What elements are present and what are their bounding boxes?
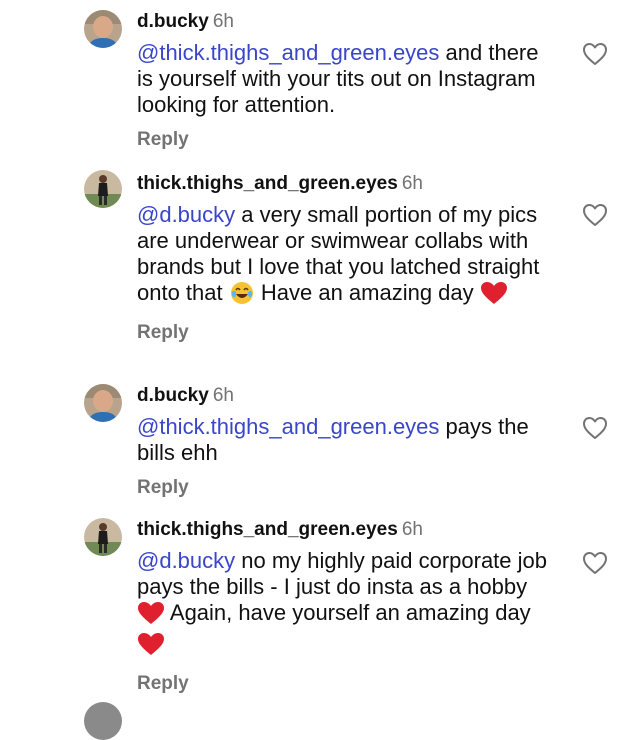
reply-button[interactable]: Reply <box>137 672 557 696</box>
reply-button[interactable]: Reply <box>137 321 557 345</box>
like-button[interactable] <box>582 203 608 227</box>
comment-text: @d.bucky no my highly paid corporate job… <box>137 548 557 662</box>
avatar[interactable] <box>84 518 122 556</box>
reply-button[interactable]: Reply <box>137 476 557 500</box>
mention-link[interactable]: @thick.thighs_and_green.eyes <box>137 40 439 65</box>
timestamp: 6h <box>401 173 423 194</box>
mention-link[interactable]: @thick.thighs_and_green.eyes <box>137 414 439 439</box>
comment-text: @thick.thighs_and_green.eyes and there i… <box>137 40 557 118</box>
comment-header: d.bucky 6h <box>137 10 557 34</box>
comment-body-continued: Again, have yourself an amazing day <box>165 600 531 625</box>
username[interactable]: d.bucky <box>137 11 209 32</box>
reply-button[interactable]: Reply <box>137 128 557 152</box>
username[interactable]: thick.thighs_and_green.eyes <box>137 519 398 540</box>
timestamp: 6h <box>212 11 234 32</box>
red-heart-icon <box>137 632 165 662</box>
comment-text: @d.bucky a very small portion of my pics… <box>137 202 557 311</box>
comment-header: thick.thighs_and_green.eyes 6h <box>137 172 557 196</box>
red-heart-icon <box>480 281 508 311</box>
avatar[interactable] <box>84 170 122 208</box>
timestamp: 6h <box>212 385 234 406</box>
avatar[interactable] <box>84 10 122 48</box>
avatar[interactable] <box>84 384 122 422</box>
heart-outline-icon <box>583 43 607 65</box>
comment-header: d.bucky 6h <box>137 384 557 408</box>
heart-outline-icon <box>583 417 607 439</box>
comment-header: thick.thighs_and_green.eyes 6h <box>137 518 557 542</box>
heart-outline-icon <box>583 204 607 226</box>
face-with-tears-of-joy-icon <box>229 281 255 311</box>
like-button[interactable] <box>582 42 608 66</box>
username[interactable]: thick.thighs_and_green.eyes <box>137 173 398 194</box>
heart-outline-icon <box>583 552 607 574</box>
like-button[interactable] <box>582 416 608 440</box>
comment-body-continued: Have an amazing day <box>254 280 480 305</box>
red-heart-icon <box>137 601 165 631</box>
comment-text: @thick.thighs_and_green.eyes pays the bi… <box>137 414 557 466</box>
mention-link[interactable]: @d.bucky <box>137 548 235 573</box>
username[interactable]: d.bucky <box>137 385 209 406</box>
timestamp: 6h <box>401 519 423 540</box>
mention-link[interactable]: @d.bucky <box>137 202 235 227</box>
like-button[interactable] <box>582 551 608 575</box>
